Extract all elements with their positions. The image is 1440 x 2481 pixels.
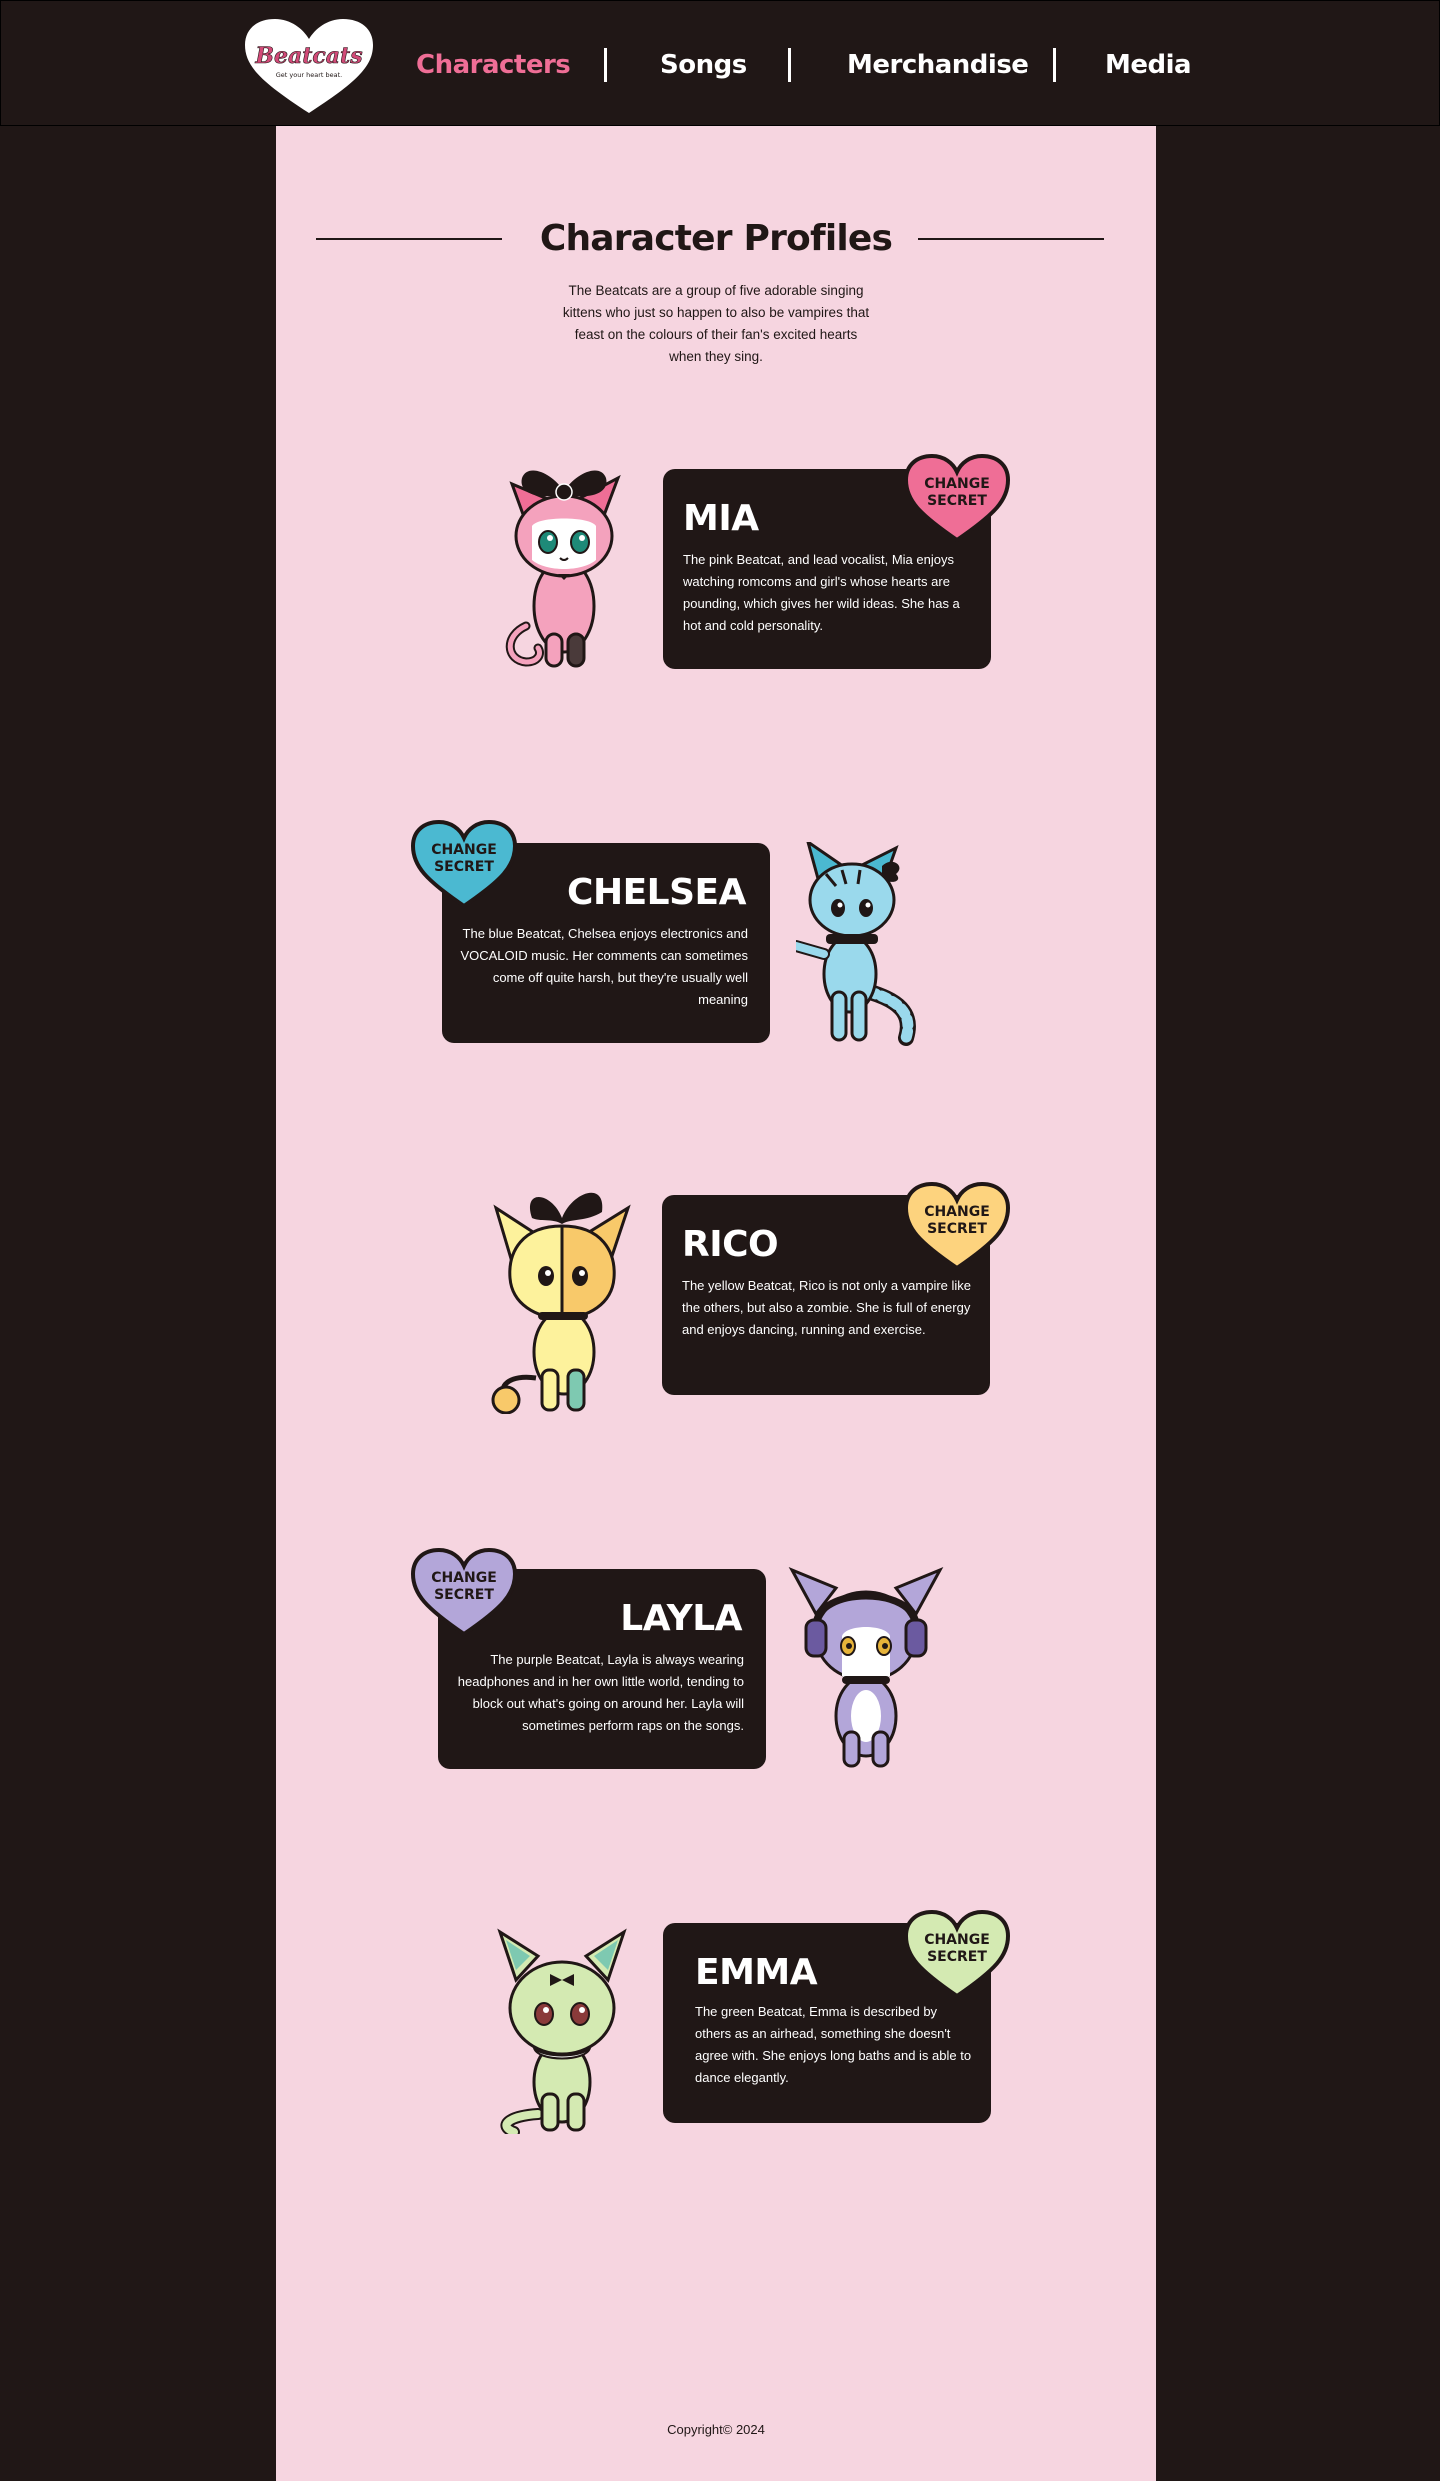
rico-illustration — [482, 1178, 636, 1414]
logo-tagline: Get your heart beat. — [276, 71, 342, 79]
character-name: EMMA — [695, 1952, 818, 1993]
change-secret-button-rico[interactable]: CHANGE SECRET — [903, 1180, 1011, 1272]
change-secret-button-mia[interactable]: CHANGE SECRET — [903, 452, 1011, 544]
change-secret-button-chelsea[interactable]: CHANGE SECRET — [410, 818, 518, 910]
change-secret-button-emma[interactable]: CHANGE SECRET — [903, 1908, 1011, 2000]
layla-illustration — [786, 1566, 946, 1770]
logo-text: Beatcats — [254, 43, 362, 69]
nav-divider — [604, 48, 607, 82]
mia-illustration — [498, 456, 632, 674]
character-name: CHELSEA — [567, 872, 746, 913]
nav-divider — [788, 48, 791, 82]
character-description: The pink Beatcat, and lead vocalist, Mia… — [683, 552, 960, 633]
change-secret-label: CHANGE SECRET — [924, 1204, 990, 1237]
character-description: The yellow Beatcat, Rico is not only a v… — [682, 1278, 972, 1337]
nav-characters[interactable]: Characters — [416, 45, 571, 85]
change-secret-label: CHANGE SECRET — [924, 1932, 990, 1965]
character-description: The purple Beatcat, Layla is always wear… — [457, 1652, 744, 1733]
nav-media[interactable]: Media — [1105, 45, 1192, 85]
character-name: MIA — [683, 498, 759, 539]
character-name: RICO — [682, 1224, 779, 1265]
title-rule-right — [918, 238, 1104, 240]
change-secret-label: CHANGE SECRET — [924, 476, 990, 509]
chelsea-illustration — [796, 842, 940, 1048]
footer-copyright: Copyright© 2024 — [667, 2422, 765, 2437]
main-panel: Character Profiles The Beatcats are a gr… — [276, 126, 1156, 2481]
nav-songs[interactable]: Songs — [660, 45, 747, 85]
emma-illustration — [494, 1926, 634, 2134]
character-description: The blue Beatcat, Chelsea enjoys electro… — [460, 926, 748, 1007]
nav-merchandise[interactable]: Merchandise — [847, 45, 1029, 85]
change-secret-label: CHANGE SECRET — [431, 1570, 497, 1603]
nav-divider — [1053, 48, 1056, 82]
change-secret-button-layla[interactable]: CHANGE SECRET — [410, 1546, 518, 1638]
character-name: LAYLA — [620, 1598, 742, 1639]
character-description: The green Beatcat, Emma is described by … — [695, 2004, 972, 2085]
intro-text: The Beatcats are a group of five adorabl… — [562, 283, 870, 364]
site-header: Beatcats Get your heart beat. Characters… — [0, 0, 1440, 126]
change-secret-label: CHANGE SECRET — [431, 842, 497, 875]
beatcats-logo[interactable]: Beatcats Get your heart beat. — [243, 17, 375, 115]
